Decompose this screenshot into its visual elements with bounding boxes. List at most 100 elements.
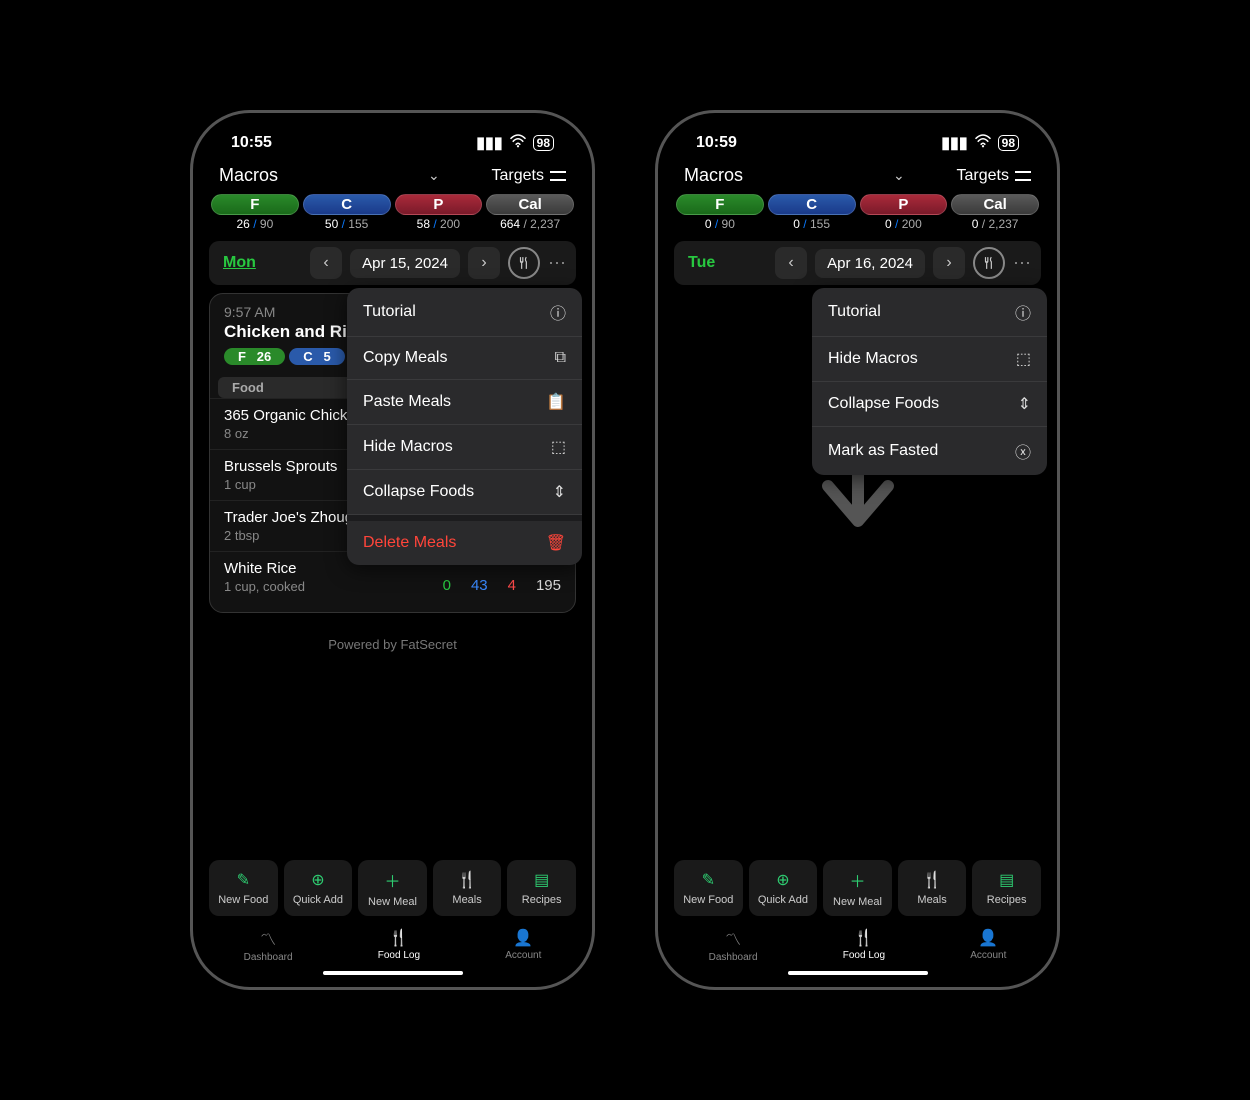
more-icon[interactable]: ⋯ xyxy=(548,253,568,274)
mini-pill-c: C 5 xyxy=(289,348,344,365)
targets-button[interactable]: Targets xyxy=(957,167,1031,185)
tab-food-log[interactable]: 🍴Food Log xyxy=(843,928,885,961)
next-day-button[interactable]: › xyxy=(933,247,965,279)
menu-copy-meals[interactable]: Copy Meals⧉ xyxy=(347,337,582,380)
menu-tutorial[interactable]: Tutorialⓘ xyxy=(347,288,582,337)
menu-paste-meals[interactable]: Paste Meals📋 xyxy=(347,380,582,425)
wifi-icon xyxy=(974,134,992,153)
quick-add-button[interactable]: ⊕Quick Add xyxy=(749,860,818,916)
date-picker[interactable]: Apr 15, 2024 xyxy=(350,249,460,278)
context-menu: Tutorialⓘ Hide Macros⬚ Collapse Foods⇕ M… xyxy=(812,288,1047,475)
day-label[interactable]: Mon xyxy=(217,254,262,272)
menu-tutorial[interactable]: Tutorialⓘ xyxy=(812,288,1047,337)
new-food-button[interactable]: ✎New Food xyxy=(674,860,743,916)
hide-icon: ⬚ xyxy=(551,437,566,457)
macro-values: 0 / 90 0 / 155 0 / 200 0 / 2,237 xyxy=(666,217,1049,237)
person-icon: 👤 xyxy=(513,928,533,948)
book-icon: ▤ xyxy=(999,870,1014,890)
plus-icon: ＋ xyxy=(849,868,865,892)
date-bar: Tue ‹ Apr 16, 2024 › ⋯ xyxy=(674,241,1041,285)
chart-icon: 〽 xyxy=(725,926,741,950)
tab-dashboard[interactable]: 〽Dashboard xyxy=(244,926,293,963)
tab-account[interactable]: 👤Account xyxy=(505,928,541,961)
macro-pills: F C P Cal xyxy=(666,194,1049,217)
bottom-actions: ✎New Food ⊕Quick Add ＋New Meal 🍴Meals ▤R… xyxy=(201,860,584,916)
signal-icon: ▮▮▮ xyxy=(476,133,502,153)
macro-pill-p[interactable]: P xyxy=(860,194,948,215)
date-picker[interactable]: Apr 16, 2024 xyxy=(815,249,925,278)
recipes-button[interactable]: ▤Recipes xyxy=(972,860,1041,916)
prev-day-button[interactable]: ‹ xyxy=(775,247,807,279)
utensils-button[interactable] xyxy=(973,247,1005,279)
carrot-icon: ✎ xyxy=(702,870,715,890)
utensils-icon: 🍴 xyxy=(457,870,477,890)
new-meal-button[interactable]: ＋New Meal xyxy=(358,860,427,916)
collapse-icon: ⇕ xyxy=(1018,394,1031,414)
status-bar: 10:55 ▮▮▮ 98 xyxy=(201,125,584,157)
status-bar: 10:59 ▮▮▮ 98 xyxy=(666,125,1049,157)
macro-pill-p[interactable]: P xyxy=(395,194,483,215)
new-meal-button[interactable]: ＋New Meal xyxy=(823,860,892,916)
utensils-button[interactable] xyxy=(508,247,540,279)
carrot-icon: ✎ xyxy=(237,870,250,890)
chevron-down-icon[interactable]: ⌄ xyxy=(893,167,905,184)
next-day-button[interactable]: › xyxy=(468,247,500,279)
prev-day-button[interactable]: ‹ xyxy=(310,247,342,279)
plus-icon: ＋ xyxy=(384,868,400,892)
menu-mark-fasted[interactable]: Mark as Fastedⓧ xyxy=(812,427,1047,475)
tab-bar: 〽Dashboard 🍴Food Log 👤Account xyxy=(666,916,1049,965)
battery-icon: 98 xyxy=(533,135,554,151)
home-indicator[interactable] xyxy=(788,971,928,975)
macro-pill-f[interactable]: F xyxy=(211,194,299,215)
mini-pill-f: F 26 xyxy=(224,348,285,365)
recipes-button[interactable]: ▤Recipes xyxy=(507,860,576,916)
chevron-down-icon[interactable]: ⌄ xyxy=(428,167,440,184)
tab-bar: 〽Dashboard 🍴Food Log 👤Account xyxy=(201,916,584,965)
quick-add-button[interactable]: ⊕Quick Add xyxy=(284,860,353,916)
book-icon: ▤ xyxy=(534,870,549,890)
sliders-icon xyxy=(550,169,566,183)
collapse-icon: ⇕ xyxy=(553,482,566,502)
phone-left: 10:55 ▮▮▮ 98 Macros ⌄ Targets F C P Cal … xyxy=(190,110,595,990)
utensils-icon: 🍴 xyxy=(389,928,409,948)
x-circle-icon: ⓧ xyxy=(1015,439,1031,463)
meals-button[interactable]: 🍴Meals xyxy=(898,860,967,916)
menu-collapse-foods[interactable]: Collapse Foods⇕ xyxy=(812,382,1047,427)
chart-icon: 〽 xyxy=(260,926,276,950)
macro-pills: F C P Cal xyxy=(201,194,584,217)
macro-pill-f[interactable]: F xyxy=(676,194,764,215)
menu-hide-macros[interactable]: Hide Macros⬚ xyxy=(812,337,1047,382)
tab-dashboard[interactable]: 〽Dashboard xyxy=(709,926,758,963)
macro-pill-cal[interactable]: Cal xyxy=(951,194,1039,215)
paste-icon: 📋 xyxy=(546,392,566,412)
plus-circle-icon: ⊕ xyxy=(776,870,789,890)
home-indicator[interactable] xyxy=(323,971,463,975)
sliders-icon xyxy=(1015,169,1031,183)
person-icon: 👤 xyxy=(978,928,998,948)
info-icon: ⓘ xyxy=(1015,300,1031,324)
macro-pill-cal[interactable]: Cal xyxy=(486,194,574,215)
macro-pill-c[interactable]: C xyxy=(303,194,391,215)
header-title[interactable]: Macros xyxy=(219,165,278,186)
targets-button[interactable]: Targets xyxy=(492,167,566,185)
menu-hide-macros[interactable]: Hide Macros⬚ xyxy=(347,425,582,470)
hide-icon: ⬚ xyxy=(1016,349,1031,369)
macro-pill-c[interactable]: C xyxy=(768,194,856,215)
header: Macros ⌄ Targets xyxy=(201,157,584,194)
menu-delete-meals[interactable]: Delete Meals🗑 xyxy=(347,515,582,565)
day-label[interactable]: Tue xyxy=(682,254,721,272)
date-bar: Mon ‹ Apr 15, 2024 › ⋯ xyxy=(209,241,576,285)
copy-icon: ⧉ xyxy=(555,349,566,367)
menu-collapse-foods[interactable]: Collapse Foods⇕ xyxy=(347,470,582,515)
header-title[interactable]: Macros xyxy=(684,165,743,186)
more-icon[interactable]: ⋯ xyxy=(1013,253,1033,274)
tab-food-log[interactable]: 🍴Food Log xyxy=(378,928,420,961)
context-menu: Tutorialⓘ Copy Meals⧉ Paste Meals📋 Hide … xyxy=(347,288,582,565)
phone-right: 10:59 ▮▮▮ 98 Macros ⌄ Targets F C P Cal … xyxy=(655,110,1060,990)
status-time: 10:59 xyxy=(696,134,737,152)
new-food-button[interactable]: ✎New Food xyxy=(209,860,278,916)
battery-icon: 98 xyxy=(998,135,1019,151)
tab-account[interactable]: 👤Account xyxy=(970,928,1006,961)
meals-button[interactable]: 🍴Meals xyxy=(433,860,502,916)
signal-icon: ▮▮▮ xyxy=(941,133,967,153)
